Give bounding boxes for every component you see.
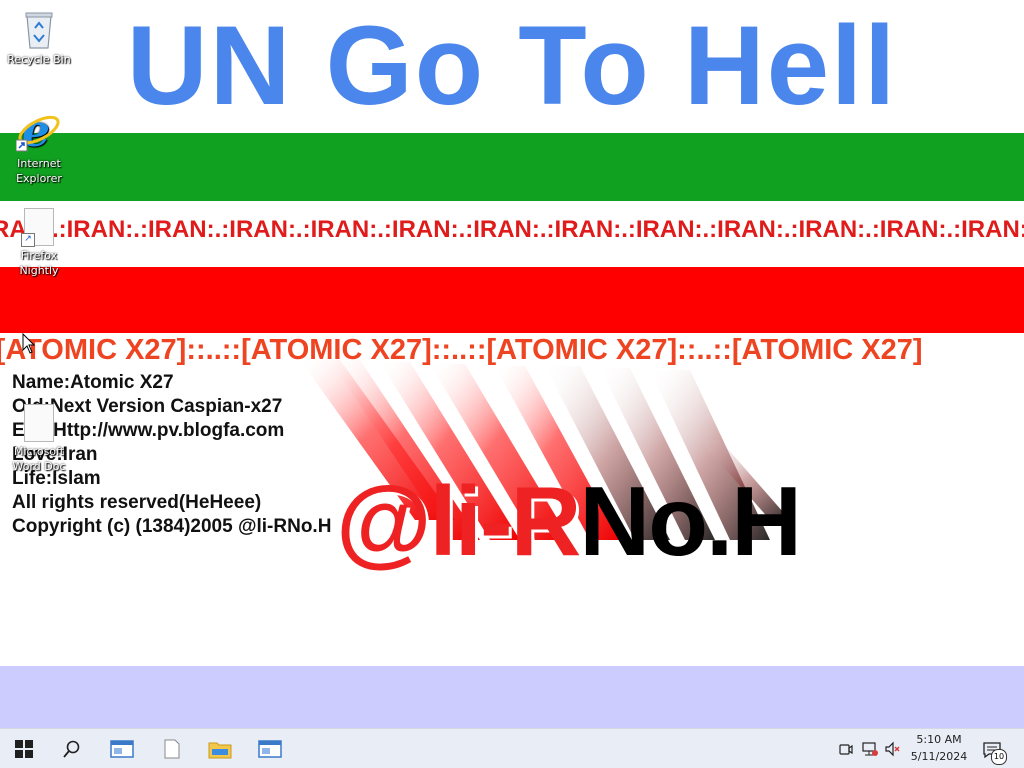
info-line: Name:Atomic X27 [12,372,174,393]
document-icon [24,404,54,442]
red-stripe [0,267,1024,333]
desktop-icon-internet-explorer[interactable]: e Internet Explorer [1,106,77,186]
info-line: Copyright (c) (1384)2005 @li-RNo.H [12,516,332,537]
search-button[interactable] [48,729,96,768]
taskbar-clock[interactable]: 5:10 AM 5/11/2024 [906,731,972,765]
taskbar: 5:10 AM 5/11/2024 10 [0,728,1024,768]
taskbar-app-1[interactable] [98,729,146,768]
desktop-icon-label: Internet Explorer [16,157,62,185]
author-logo-black: No.H [579,466,802,576]
taskbar-app-2[interactable] [148,729,196,768]
iran-marquee: :RAN:.:IRAN:.:IRAN:.:IRAN:.:IRAN:.:IRAN:… [0,216,1024,243]
desktop-screen: UN Go To Hell :RAN:.:IRAN:.:IRAN:.:IRAN:… [0,0,1024,768]
desktop-icon-recycle-bin[interactable]: Recycle Bin [1,8,77,67]
desktop-icon-label: Microsoft Word Doc [12,445,66,473]
clock-time: 5:10 AM [916,733,962,746]
network-icon[interactable] [860,741,878,757]
start-button[interactable] [0,729,48,768]
window-app-icon [110,740,134,758]
desktop-icon-label: Recycle Bin [7,53,71,66]
desktop-icon-label: Firefox Nightly [19,249,59,277]
atomic-marquee: :[ATOMIC X27]::..::[ATOMIC X27]::..::[AT… [0,334,923,366]
meet-now-icon[interactable] [838,741,854,757]
banner-title: UN Go To Hell [126,3,898,128]
recycle-bin-icon [25,12,53,49]
lavender-band [0,666,1024,728]
green-stripe [0,133,1024,201]
search-icon [63,740,80,758]
taskbar-app-3[interactable] [246,729,294,768]
author-logo-red: @li-R [336,466,581,576]
clock-date: 5/11/2024 [910,750,968,763]
system-tray [838,729,902,768]
document-app-icon [164,739,180,759]
windows-start-icon [15,740,33,758]
desktop-icon-word-doc[interactable]: Microsoft Word Doc [1,404,77,474]
info-line: All rights reserved(HeHeee) [12,492,262,513]
mouse-cursor-icon [22,333,36,354]
file-explorer-icon [208,742,232,759]
volume-muted-icon[interactable] [884,741,902,757]
author-logo: @li-RNo.H [336,472,802,570]
document-icon: ↗ [21,208,54,247]
shortcut-arrow-icon: ↗ [21,233,35,247]
internet-explorer-icon: e [16,106,60,154]
desktop-icon-firefox-nightly[interactable]: ↗ Firefox Nightly [1,208,77,278]
window-app-icon [258,740,282,758]
notification-count-badge: 10 [991,749,1007,765]
taskbar-file-explorer[interactable] [196,729,244,768]
